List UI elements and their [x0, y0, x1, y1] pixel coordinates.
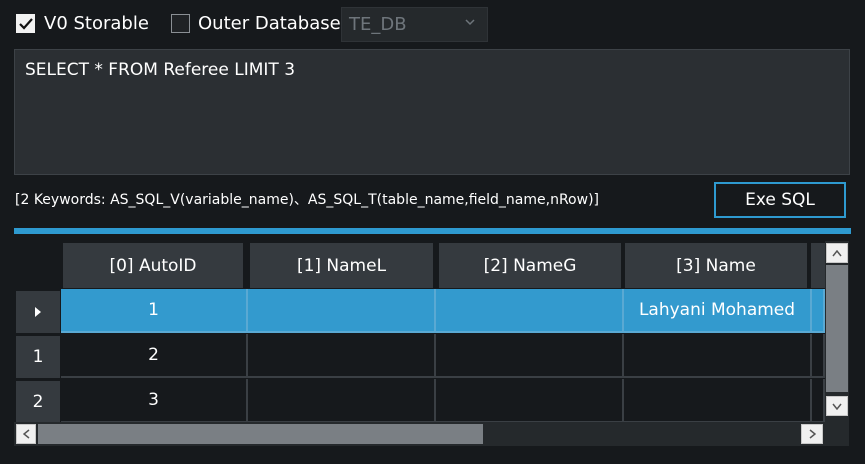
table-cell-partial[interactable] — [812, 334, 825, 378]
table-cell[interactable] — [436, 379, 624, 423]
column-header[interactable]: [1] NameL — [250, 243, 433, 288]
column-header[interactable]: [0] AutoID — [63, 243, 243, 288]
keywords-hint: [2 Keywords: AS_SQL_V(variable_name)、AS_… — [15, 192, 599, 208]
table-cell[interactable]: 2 — [61, 334, 248, 378]
sql-text: SELECT * FROM Referee LIMIT 3 — [25, 60, 296, 80]
v0-storable-checkbox[interactable] — [16, 14, 35, 33]
table-cell-partial[interactable] — [812, 379, 825, 423]
column-header[interactable]: [3] Name — [625, 243, 807, 288]
result-grid[interactable]: [0] AutoID [1] NameL [2] NameG [3] Name … — [14, 241, 851, 448]
outer-database-checkbox[interactable] — [171, 14, 190, 33]
vertical-scroll-thumb[interactable] — [826, 265, 848, 392]
column-header-partial — [811, 243, 825, 288]
scroll-left-button[interactable] — [16, 424, 36, 444]
table-cell[interactable]: 3 — [61, 379, 248, 423]
table-cell-partial[interactable] — [812, 289, 825, 333]
table-cell[interactable] — [436, 289, 624, 333]
table-cell[interactable] — [436, 334, 624, 378]
database-select[interactable]: TE_DB — [341, 7, 488, 42]
horizontal-scrollbar[interactable] — [14, 422, 825, 446]
horizontal-scroll-thumb[interactable] — [38, 424, 483, 444]
row-header[interactable]: 2 — [16, 381, 60, 423]
scroll-right-button[interactable] — [801, 424, 823, 444]
scroll-up-button[interactable] — [826, 243, 848, 263]
chevron-down-icon — [832, 403, 842, 410]
chevron-right-icon — [809, 429, 816, 439]
divider-bar — [14, 228, 851, 234]
vertical-scrollbar[interactable] — [825, 241, 849, 422]
scroll-down-button[interactable] — [826, 396, 848, 416]
chevron-up-icon — [832, 249, 842, 256]
row-header[interactable]: 1 — [16, 336, 60, 378]
table-cell[interactable] — [624, 379, 812, 423]
table-cell[interactable] — [624, 334, 812, 378]
table-row-selected[interactable]: 1 Lahyani Mohamed — [61, 289, 825, 333]
table-cell[interactable] — [248, 289, 436, 333]
column-header[interactable]: [2] NameG — [439, 243, 621, 288]
table-row[interactable]: 3 — [61, 379, 825, 423]
sql-editor[interactable]: SELECT * FROM Referee LIMIT 3 — [14, 49, 850, 175]
current-row-arrow-icon — [35, 307, 41, 317]
table-cell[interactable]: Lahyani Mohamed — [624, 289, 812, 333]
check-icon — [19, 18, 33, 30]
outer-database-label[interactable]: Outer Database — [198, 12, 341, 36]
scroll-corner — [825, 422, 849, 446]
database-select-value: TE_DB — [349, 14, 407, 35]
table-row[interactable]: 2 — [61, 334, 825, 378]
table-cell[interactable] — [248, 334, 436, 378]
chevron-down-icon — [465, 19, 475, 26]
row-header-current[interactable] — [16, 291, 60, 333]
exe-sql-button[interactable]: Exe SQL — [714, 182, 846, 218]
table-cell[interactable] — [248, 379, 436, 423]
table-cell[interactable]: 1 — [61, 289, 248, 333]
v0-storable-label[interactable]: V0 Storable — [44, 12, 149, 36]
chevron-left-icon — [22, 429, 29, 439]
